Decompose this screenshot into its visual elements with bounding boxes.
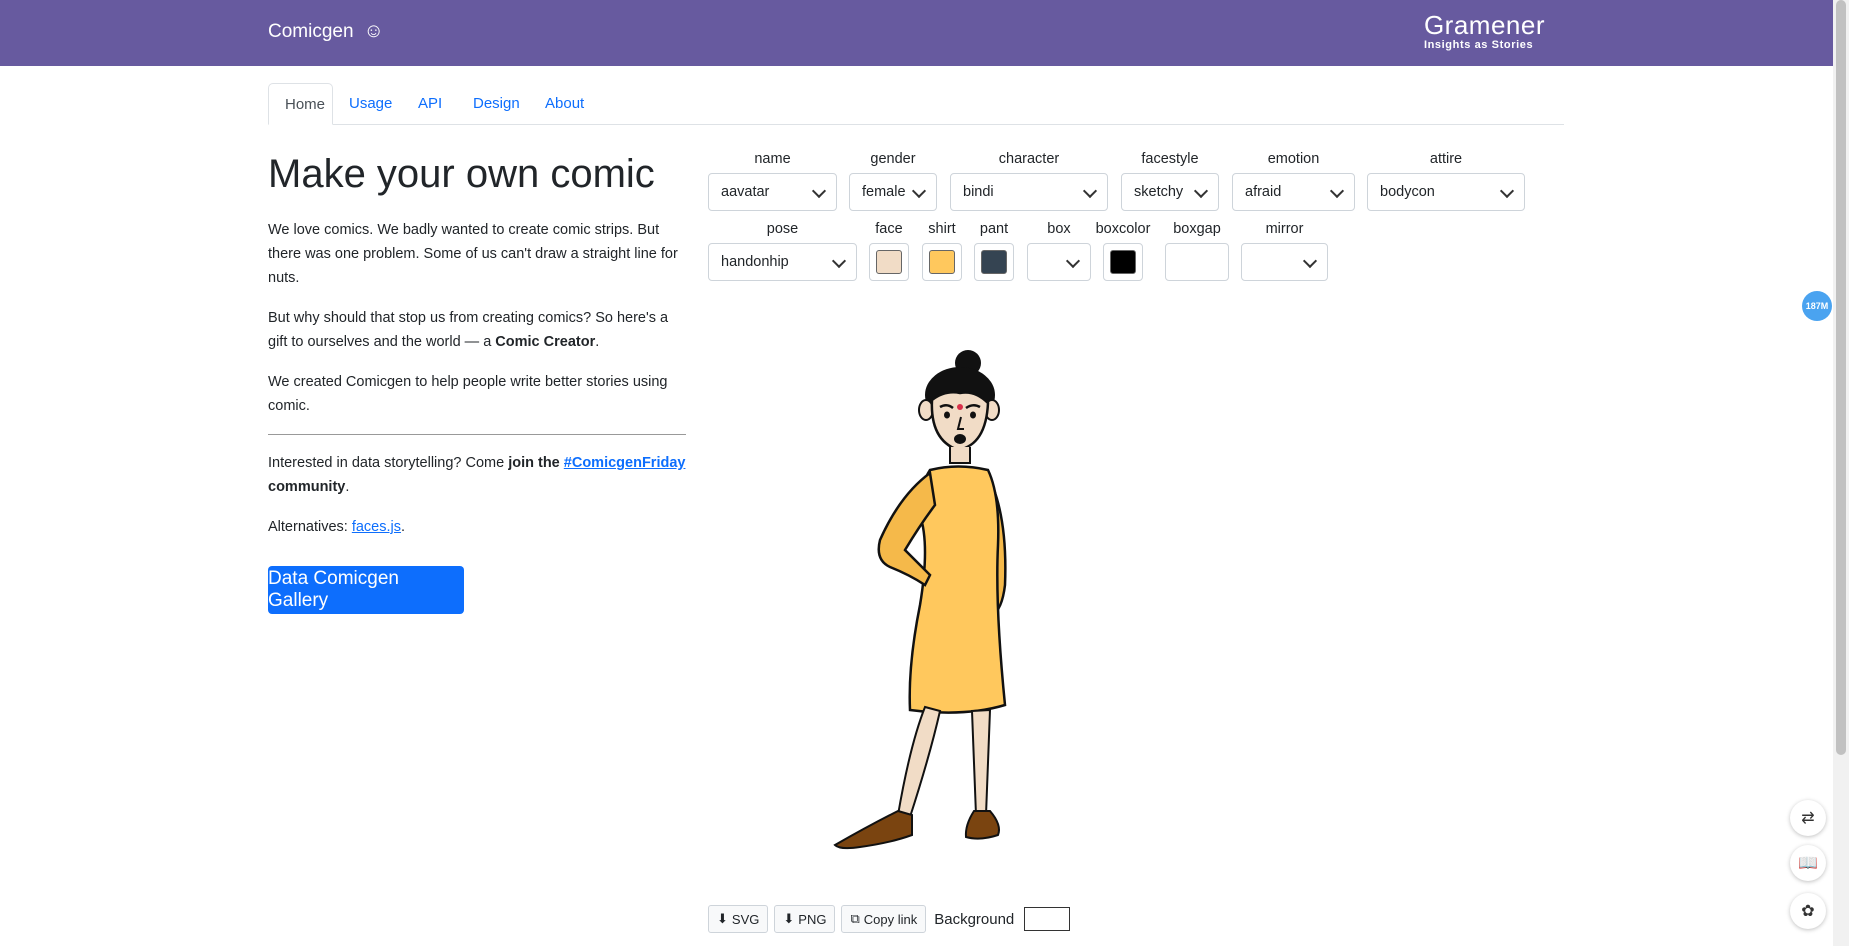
comicgen-friday-link[interactable]: #ComicgenFriday <box>564 455 686 471</box>
name-control: name aavatar <box>708 151 837 211</box>
translate-icon[interactable]: ⇄ <box>1790 800 1826 836</box>
top-navbar: Comicgen ☺ Gramener Insights as Stories <box>0 0 1833 66</box>
comic-creator-bold: Comic Creator <box>495 334 596 350</box>
gender-label: gender <box>870 151 916 167</box>
chevron-down-icon <box>831 253 847 269</box>
brand[interactable]: Comicgen ☺ <box>268 20 384 43</box>
extension-badge[interactable]: 187M <box>1802 291 1832 321</box>
chevron-down-icon <box>1193 183 1209 199</box>
background-label: Background <box>934 910 1015 928</box>
reader-icon[interactable]: 📖 <box>1790 845 1826 881</box>
name-select[interactable]: aavatar <box>708 173 837 211</box>
brain-icon[interactable]: ✿ <box>1790 893 1826 929</box>
pose-control: pose handonhip <box>708 221 857 281</box>
shirt-label: shirt <box>928 221 956 237</box>
chevron-down-icon <box>1082 183 1098 199</box>
face-label: face <box>875 221 903 237</box>
comic-character-preview <box>833 350 1007 850</box>
gender-control: gender female <box>849 151 937 211</box>
tab-usage[interactable]: Usage <box>333 83 408 124</box>
copy-link-button[interactable]: ⧉ Copy link <box>841 905 927 933</box>
gramener-logo[interactable]: Gramener Insights as Stories <box>1424 12 1545 51</box>
boxgap-control: boxgap <box>1165 221 1229 281</box>
gallery-button[interactable]: Data Comicgen Gallery <box>268 566 464 614</box>
chevron-down-icon <box>1302 253 1318 269</box>
emotion-control: emotion afraid <box>1232 151 1355 211</box>
attire-label: attire <box>1429 151 1463 167</box>
face-color-control: face <box>869 221 909 281</box>
mirror-select[interactable] <box>1241 243 1328 281</box>
emotion-label: emotion <box>1267 151 1320 167</box>
vertical-scrollbar[interactable] <box>1833 0 1849 946</box>
facesjs-link[interactable]: faces.js <box>352 519 401 535</box>
boxcolor-picker[interactable] <box>1103 243 1143 281</box>
facestyle-control: facestyle sketchy <box>1121 151 1219 211</box>
download-icon: ⬇ <box>717 911 728 926</box>
community-paragraph: Interested in data storytelling? Come jo… <box>268 455 686 495</box>
smile-icon: ☺ <box>363 20 384 42</box>
tab-api[interactable]: API <box>402 83 458 124</box>
chevron-down-icon <box>811 183 827 199</box>
character-select[interactable]: bindi <box>950 173 1108 211</box>
shirt-color-swatch <box>929 250 955 274</box>
left-shoe <box>833 809 913 850</box>
boxcolor-control: boxcolor <box>1096 221 1150 281</box>
chevron-down-icon <box>1499 183 1515 199</box>
attire-control: attire bodycon <box>1367 151 1525 211</box>
chevron-down-icon <box>1065 253 1081 269</box>
mirror-label: mirror <box>1265 221 1304 237</box>
face-color-swatch <box>876 250 902 274</box>
background-color-input[interactable] <box>1024 907 1071 931</box>
chevron-down-icon <box>911 183 927 199</box>
pant-label: pant <box>979 221 1009 237</box>
character-label: character <box>998 151 1060 167</box>
chevron-down-icon <box>1329 183 1345 199</box>
right-shoe <box>964 810 1000 840</box>
name-label: name <box>754 151 791 167</box>
brand-name[interactable]: Comicgen <box>268 21 354 43</box>
boxgap-input[interactable] <box>1165 243 1229 281</box>
divider <box>268 434 686 435</box>
alternatives-paragraph: Alternatives: faces.js. <box>268 519 406 535</box>
character-control: character bindi <box>950 151 1108 211</box>
shirt-color-control: shirt <box>922 221 962 281</box>
facestyle-select[interactable]: sketchy <box>1121 173 1219 211</box>
box-label: box <box>1047 221 1071 237</box>
face-color-picker[interactable] <box>869 243 909 281</box>
tab-about[interactable]: About <box>529 83 600 124</box>
mirror-control: mirror <box>1241 221 1328 281</box>
pant-color-swatch <box>981 250 1007 274</box>
intro-paragraph-1: We love comics. We badly wanted to creat… <box>268 222 678 286</box>
intro-section: Make your own comic We love comics. We b… <box>268 150 686 555</box>
page-title: Make your own comic <box>268 152 655 196</box>
shirt-color-picker[interactable] <box>922 243 962 281</box>
logo-tagline: Insights as Stories <box>1423 39 1534 51</box>
intro-paragraph-3: We created Comicgen to help people write… <box>268 374 668 414</box>
box-select[interactable] <box>1027 243 1091 281</box>
gender-select[interactable]: female <box>849 173 937 211</box>
copy-icon: ⧉ <box>850 911 860 926</box>
boxcolor-swatch <box>1110 250 1136 274</box>
export-toolbar: ⬇ SVG ⬇ PNG ⧉ Copy link Background <box>708 905 1071 933</box>
attire-select[interactable]: bodycon <box>1367 173 1525 211</box>
bindi <box>957 404 963 410</box>
nav-tabs: Home Usage API Design About <box>268 83 1564 125</box>
download-png-button[interactable]: ⬇ PNG <box>774 905 836 933</box>
boxcolor-label: boxcolor <box>1095 221 1151 237</box>
boxgap-label: boxgap <box>1173 221 1221 237</box>
pose-select[interactable]: handonhip <box>708 243 857 281</box>
pant-color-control: pant <box>974 221 1014 281</box>
pant-color-picker[interactable] <box>974 243 1014 281</box>
logo-main-text: Gramener <box>1423 10 1545 40</box>
tab-design[interactable]: Design <box>457 83 536 124</box>
scrollbar-thumb[interactable] <box>1836 0 1846 755</box>
tab-home[interactable]: Home <box>268 83 333 125</box>
download-icon: ⬇ <box>783 911 795 926</box>
facestyle-label: facestyle <box>1141 151 1199 167</box>
download-svg-button[interactable]: ⬇ SVG <box>708 905 769 933</box>
intro-paragraph-2: But why should that stop us from creatin… <box>268 310 669 350</box>
pose-label: pose <box>766 221 799 237</box>
box-control: box <box>1027 221 1091 281</box>
emotion-select[interactable]: afraid <box>1232 173 1355 211</box>
